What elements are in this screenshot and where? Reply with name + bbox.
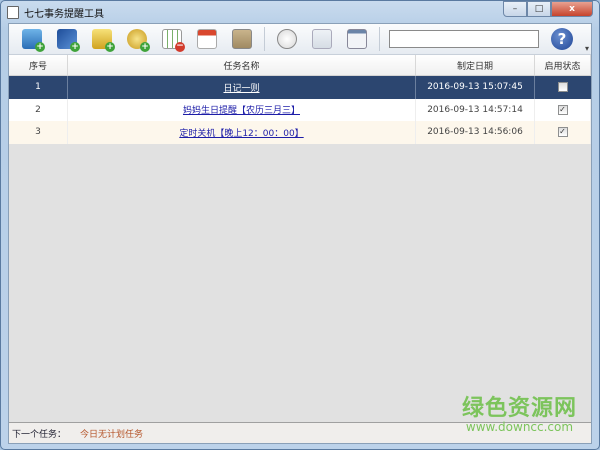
table-row[interactable]: 1 日记一则 2016-09-13 15:07:45 xyxy=(9,76,591,99)
table-row[interactable]: 2 妈妈生日提醒【农历三月三】 2016-09-13 14:57:14 ✓ xyxy=(9,98,591,121)
row-date: 2016-09-13 15:07:45 xyxy=(416,76,535,99)
delete-schedule-button[interactable]: − xyxy=(159,26,185,52)
toolbar-separator xyxy=(379,27,380,51)
column-header-status[interactable]: 启用状态 xyxy=(535,55,591,75)
watermark-url: www.downcc.com xyxy=(465,420,574,435)
row-date: 2016-09-13 14:56:06 xyxy=(416,121,535,144)
row-index: 3 xyxy=(9,121,68,144)
calendar-button[interactable] xyxy=(194,26,220,52)
clipboard-clock-icon xyxy=(232,29,252,49)
toolbar-overflow-icon[interactable]: ▾ xyxy=(585,44,589,53)
table-row[interactable]: 3 定时关机【晚上12：00：00】 2016-09-13 14:56:06 ✓ xyxy=(9,121,591,144)
column-header-name[interactable]: 任务名称 xyxy=(68,55,416,75)
row-index: 1 xyxy=(9,76,68,99)
watermark: 绿色资源网 www.downcc.com xyxy=(462,396,577,435)
search-input[interactable] xyxy=(389,30,539,48)
search-window-button[interactable] xyxy=(309,26,335,52)
add-note-button[interactable]: + xyxy=(19,26,45,52)
window-button[interactable] xyxy=(344,26,370,52)
schedule-button[interactable] xyxy=(229,26,255,52)
clock-button[interactable] xyxy=(274,26,300,52)
window-icon xyxy=(347,29,367,49)
toolbar: + + + + − ? ▾ xyxy=(9,24,591,55)
toolbar-separator xyxy=(264,27,265,51)
app-window: 七七事务提醒工具 – □ x + + + + − ? ▾ 序号 任务名称 制定日… xyxy=(0,0,600,450)
next-task-value: 今日无计划任务 xyxy=(80,429,144,440)
row-index: 2 xyxy=(9,98,68,121)
window-search-icon xyxy=(312,29,332,49)
minimize-button[interactable]: – xyxy=(503,1,527,17)
add-chart-button[interactable]: + xyxy=(54,26,80,52)
calendar-icon xyxy=(197,29,217,49)
app-icon xyxy=(7,5,19,19)
task-name-link[interactable]: 妈妈生日提醒【农历三月三】 xyxy=(183,103,300,116)
close-button[interactable]: x xyxy=(551,1,593,17)
help-icon[interactable]: ? xyxy=(551,28,573,50)
task-table: 序号 任务名称 制定日期 启用状态 1 日记一则 2016-09-13 15:0… xyxy=(9,55,591,144)
enabled-checkbox[interactable]: ✓ xyxy=(557,127,568,138)
task-name-link[interactable]: 定时关机【晚上12：00：00】 xyxy=(179,126,303,139)
enabled-checkbox[interactable]: ✓ xyxy=(557,104,568,115)
watermark-title: 绿色资源网 xyxy=(461,396,577,421)
maximize-button[interactable]: □ xyxy=(527,1,551,17)
add-gold-button[interactable]: + xyxy=(89,26,115,52)
next-task-label: 下一个任务： xyxy=(12,429,67,440)
add-coin-button[interactable]: + xyxy=(124,26,150,52)
column-header-index[interactable]: 序号 xyxy=(9,55,68,75)
column-header-date[interactable]: 制定日期 xyxy=(416,55,535,75)
task-name-link[interactable]: 日记一则 xyxy=(223,81,259,94)
enabled-checkbox[interactable] xyxy=(558,82,568,93)
title-bar: 七七事务提醒工具 xyxy=(7,4,104,20)
clock-icon xyxy=(277,29,297,49)
table-header: 序号 任务名称 制定日期 启用状态 xyxy=(9,55,591,76)
row-date: 2016-09-13 14:57:14 xyxy=(416,98,535,121)
window-title: 七七事务提醒工具 xyxy=(24,8,104,20)
